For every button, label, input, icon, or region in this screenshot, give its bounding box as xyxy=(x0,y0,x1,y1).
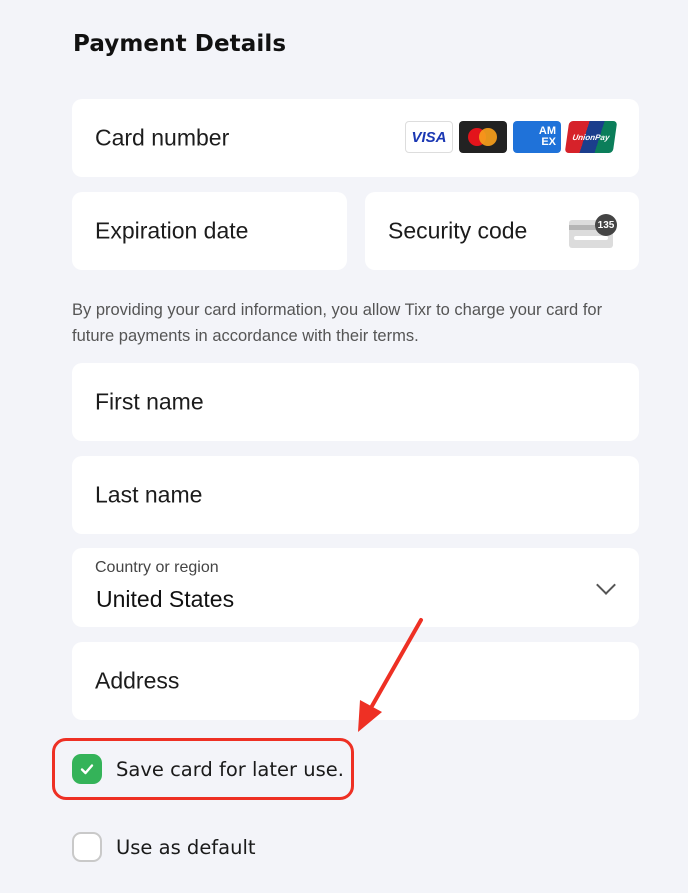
page-title: Payment Details xyxy=(73,31,287,57)
use-default-checkbox[interactable] xyxy=(72,832,102,862)
mastercard-icon xyxy=(459,121,507,153)
unionpay-label: UnionPay xyxy=(571,132,611,142)
expiration-date-placeholder: Expiration date xyxy=(95,217,249,244)
security-code-input[interactable]: Security code 135 xyxy=(365,192,639,270)
annotation-highlight-box xyxy=(52,738,354,800)
first-name-input[interactable]: First name xyxy=(72,363,639,441)
card-brand-logos: VISA AM EX UnionPay xyxy=(405,121,618,153)
amex-icon: AM EX xyxy=(513,121,561,153)
use-default-label[interactable]: Use as default xyxy=(116,836,256,859)
address-placeholder: Address xyxy=(95,667,180,694)
cvc-card-icon: 135 xyxy=(569,214,617,248)
address-input[interactable]: Address xyxy=(72,642,639,720)
chevron-down-icon[interactable] xyxy=(596,575,616,595)
security-code-placeholder: Security code xyxy=(388,217,528,244)
card-authorization-notice: By providing your card information, you … xyxy=(72,301,603,345)
amex-label-2: EX xyxy=(541,136,556,148)
card-number-input[interactable]: Card number VISA AM EX UnionPay xyxy=(72,99,639,177)
country-select[interactable]: Country or region United States xyxy=(72,548,639,627)
visa-label: VISA xyxy=(411,128,447,146)
cvc-hint-badge: 135 xyxy=(595,214,617,236)
last-name-input[interactable]: Last name xyxy=(72,456,639,534)
card-number-placeholder: Card number xyxy=(95,124,230,151)
country-value: United States xyxy=(96,586,235,612)
first-name-placeholder: First name xyxy=(95,388,204,415)
use-default-option[interactable]: Use as default xyxy=(72,832,256,862)
unionpay-icon: UnionPay xyxy=(564,121,618,153)
expiration-date-input[interactable]: Expiration date xyxy=(72,192,347,270)
last-name-placeholder: Last name xyxy=(95,481,203,508)
country-label: Country or region xyxy=(95,559,219,576)
visa-icon: VISA xyxy=(405,121,453,153)
